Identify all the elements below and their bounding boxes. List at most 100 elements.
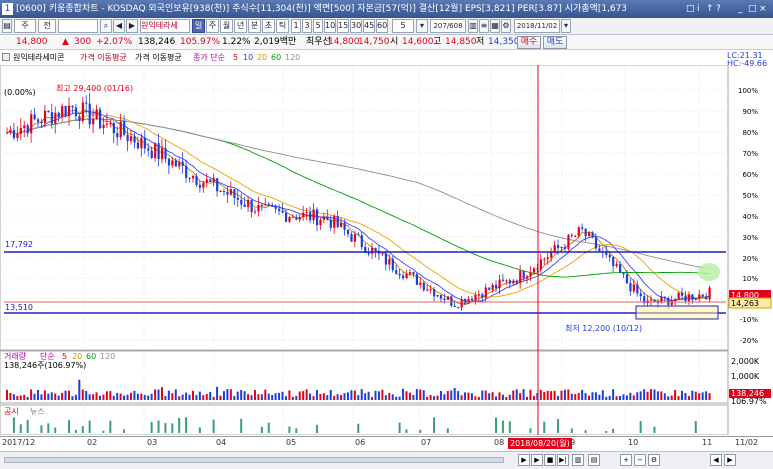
candle bbox=[302, 212, 305, 218]
interval-1[interactable]: 1 bbox=[291, 19, 301, 33]
period-month[interactable]: 월 bbox=[220, 19, 233, 33]
search-icon[interactable]: ⌕ bbox=[100, 19, 112, 33]
scroll-track[interactable] bbox=[4, 457, 504, 463]
volume-bar bbox=[377, 391, 380, 400]
candle bbox=[405, 273, 408, 279]
chart-list-icon[interactable]: ▤ bbox=[2, 19, 12, 33]
interval-10[interactable]: 10 bbox=[324, 19, 336, 33]
volume-bar bbox=[71, 396, 74, 400]
x-axis: 2017/12 02 03 04 05 06 07 08 09 10 11 11… bbox=[0, 436, 773, 451]
scroll-right-icon[interactable]: ▶ bbox=[518, 454, 530, 466]
settings-icon[interactable]: ⚙ bbox=[501, 19, 511, 33]
maximize-button[interactable]: □ bbox=[748, 0, 757, 18]
zoom-out-icon[interactable]: − bbox=[634, 454, 646, 466]
config-icon[interactable]: ⚙ bbox=[648, 454, 660, 466]
up-icon[interactable]: ↑ bbox=[706, 0, 714, 18]
highlight-box[interactable] bbox=[635, 305, 719, 320]
ma-label-1[interactable]: 가격 이동평균 bbox=[80, 52, 127, 63]
candle bbox=[357, 234, 360, 236]
candle bbox=[119, 121, 122, 138]
period-day[interactable]: 일 bbox=[192, 19, 205, 33]
volume-bar bbox=[639, 391, 642, 400]
prev-stock-icon[interactable]: ◀ bbox=[113, 19, 125, 33]
sell-button[interactable]: 매도 bbox=[543, 36, 567, 49]
volume-bar bbox=[336, 394, 339, 400]
next-stock-icon[interactable]: ▶ bbox=[126, 19, 138, 33]
count-input[interactable]: 5 bbox=[392, 19, 414, 33]
candle bbox=[88, 103, 91, 125]
volume-bar bbox=[439, 390, 442, 400]
zoom-icon[interactable]: ▤ bbox=[588, 454, 600, 466]
type-selector[interactable]: 주 bbox=[14, 19, 36, 33]
ma-label-2[interactable]: 가격 이동평균 bbox=[135, 52, 182, 63]
end-icon[interactable]: ▶| bbox=[557, 454, 569, 466]
interval-45[interactable]: 45 bbox=[363, 19, 375, 33]
interval-15[interactable]: 15 bbox=[337, 19, 349, 33]
scroll-left-icon[interactable]: ◀ bbox=[710, 454, 722, 466]
volume-bar bbox=[40, 394, 43, 400]
stock-code-input[interactable] bbox=[58, 19, 98, 33]
period-tick[interactable]: 틱 bbox=[276, 19, 289, 33]
menu-icon[interactable]: ≡ bbox=[479, 19, 489, 33]
candle bbox=[660, 296, 663, 303]
volume-bar bbox=[653, 389, 656, 400]
date-field[interactable]: 2018/11/02 bbox=[514, 19, 560, 33]
chart-type-icon[interactable]: ▥ bbox=[572, 454, 584, 466]
count-dropdown-icon[interactable]: ▾ bbox=[416, 19, 428, 33]
candle bbox=[519, 270, 522, 284]
period-second[interactable]: 초 bbox=[262, 19, 275, 33]
candle bbox=[112, 122, 115, 134]
zoom-in-icon[interactable]: + bbox=[620, 454, 632, 466]
candle bbox=[157, 143, 160, 160]
candle bbox=[133, 136, 136, 143]
panel-toggle-icon[interactable] bbox=[2, 53, 10, 61]
candle bbox=[336, 215, 339, 227]
price-change: 300 bbox=[74, 37, 92, 47]
news-label[interactable]: 뉴스 bbox=[30, 407, 45, 416]
calendar-icon[interactable]: ▾ bbox=[561, 19, 571, 33]
period-week[interactable]: 주 bbox=[206, 19, 219, 33]
volume-bar bbox=[88, 394, 91, 400]
interval-60[interactable]: 60 bbox=[376, 19, 388, 33]
chart-area[interactable]: 17,792 13,510 (0.00%) 최고 29,400 (01/16) … bbox=[0, 65, 773, 435]
candle bbox=[484, 287, 487, 298]
interval-30[interactable]: 30 bbox=[350, 19, 362, 33]
chart-icon[interactable]: ▥ bbox=[468, 19, 478, 33]
volume-bar bbox=[360, 389, 363, 400]
info-icon[interactable]: i bbox=[697, 0, 700, 18]
volume-bar bbox=[405, 391, 408, 400]
chart-stock-title: 원익테라세미콘 bbox=[13, 53, 65, 62]
restore-icon[interactable]: □ bbox=[686, 0, 695, 18]
interval-3[interactable]: 3 bbox=[302, 19, 312, 33]
news-bar bbox=[612, 428, 615, 433]
volume-bar bbox=[529, 389, 532, 400]
help-icon[interactable]: ? bbox=[716, 0, 721, 18]
scroll-next-icon[interactable]: ▶ bbox=[724, 454, 736, 466]
mode-selector[interactable]: 전 bbox=[38, 19, 56, 33]
period-minute[interactable]: 분 bbox=[248, 19, 261, 33]
volume-bar bbox=[453, 388, 456, 400]
close-button[interactable]: × bbox=[759, 0, 767, 18]
candle bbox=[322, 216, 326, 220]
volume-bar bbox=[677, 396, 680, 400]
volume-bar bbox=[419, 389, 422, 400]
disclosure-label[interactable]: 공시 bbox=[4, 407, 19, 416]
vol-ma120-label: 120 bbox=[100, 352, 115, 361]
grid-icon[interactable]: ▦ bbox=[490, 19, 500, 33]
volume-bar bbox=[267, 393, 270, 400]
candle bbox=[30, 114, 33, 134]
candle bbox=[319, 219, 322, 226]
minimize-button[interactable]: _ bbox=[738, 0, 743, 18]
candle bbox=[16, 133, 19, 139]
play-icon[interactable]: ▶ bbox=[531, 454, 543, 466]
buy-button[interactable]: 매수 bbox=[517, 36, 541, 49]
news-bar bbox=[570, 428, 573, 433]
interval-5[interactable]: 5 bbox=[313, 19, 323, 33]
period-year[interactable]: 년 bbox=[234, 19, 247, 33]
candle bbox=[402, 275, 405, 279]
candle bbox=[591, 232, 594, 238]
stop-icon[interactable]: ■ bbox=[544, 454, 556, 466]
candle bbox=[433, 289, 436, 297]
candle bbox=[481, 294, 484, 298]
candle bbox=[350, 234, 353, 242]
